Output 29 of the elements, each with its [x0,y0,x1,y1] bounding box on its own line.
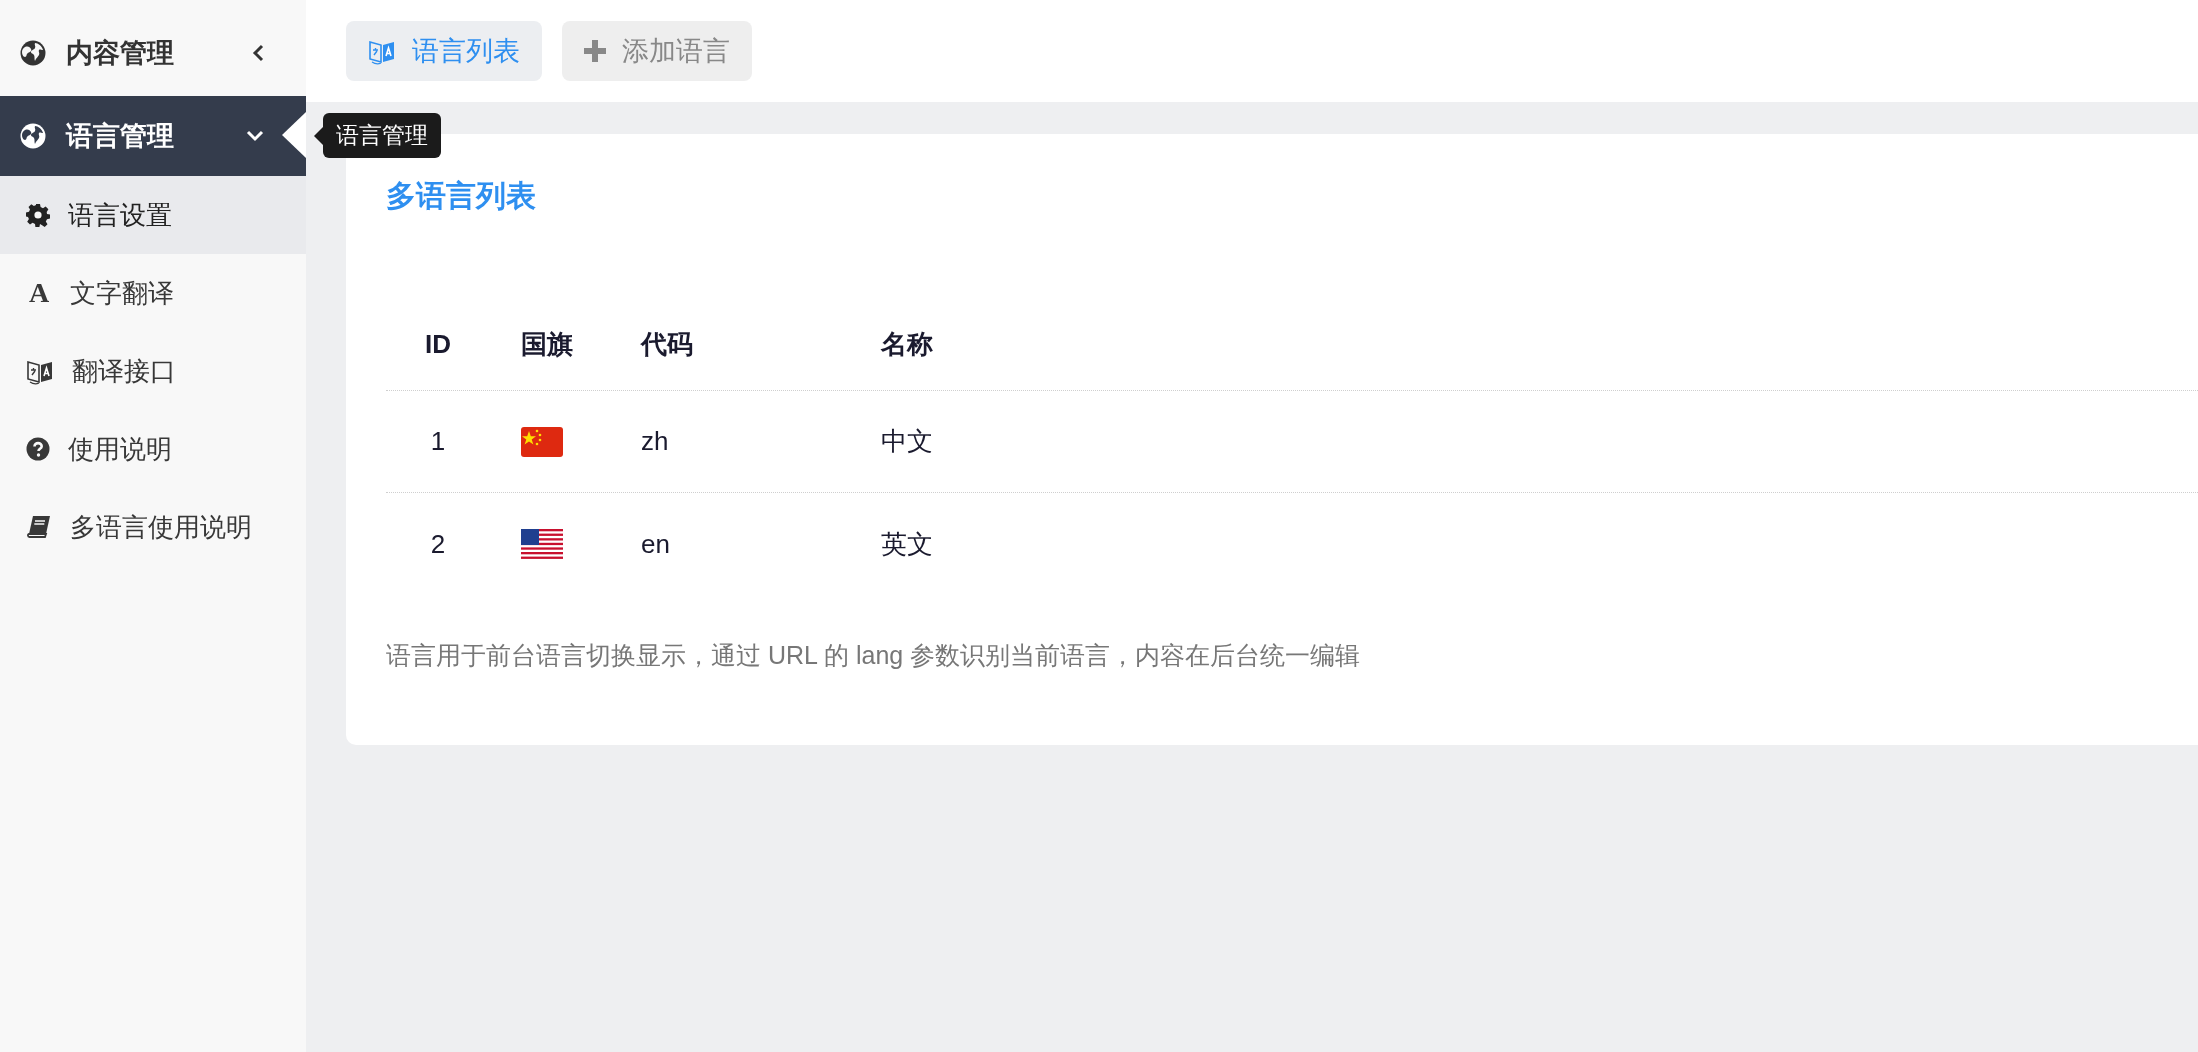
question-icon [26,437,50,461]
menu-group[interactable]: 语言管理 [0,96,306,176]
chevron-down-icon [246,130,264,142]
card-title: 多语言列表 [386,178,536,214]
table-cell-text: 2 [430,527,446,561]
china-flag-icon [521,426,563,457]
tooltip: 语言管理 [323,113,441,158]
note-text: 语言用于前台语言切换显示，通过 URL 的 lang 参数识别当前语言，内容在后台统一编辑 [386,640,1361,671]
table-cell-text: 中文 [881,425,933,458]
gear-icon [26,203,50,227]
column-header: 代码 [641,328,693,361]
table-cell-text: 英文 [881,527,933,561]
column-header: 名称 [881,328,933,361]
menu-item[interactable]: 语言设置 [0,176,306,254]
plus-icon [584,40,606,62]
table-cell-text: zh [641,425,669,458]
book-icon [26,515,52,539]
tooltip-arrow [314,126,323,145]
pointer-arrow [282,112,306,158]
globe-icon [20,40,46,66]
letter-icon: A [26,279,52,307]
column-header: ID [425,328,451,361]
table-cell-text: en [641,527,670,561]
table-cell-text: 1 [430,425,446,458]
globe-icon [20,123,46,149]
menu-group[interactable]: 内容管理 [0,10,306,96]
chevron-left-icon [252,44,264,62]
us-flag-icon [521,529,563,559]
column-header: 国旗 [521,328,573,361]
